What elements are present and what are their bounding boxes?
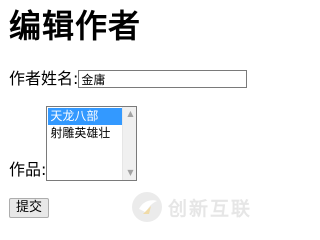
submit-button[interactable]: 提交 <box>9 198 49 218</box>
watermark: 创新互联 <box>130 190 252 224</box>
works-option[interactable]: 天龙八部 <box>48 108 123 125</box>
works-option[interactable]: 射雕英雄壮 <box>48 125 122 142</box>
works-row: 作品: 天龙八部 射雕英雄壮 ▲ ▼ <box>9 106 138 181</box>
watermark-logo-icon <box>132 192 162 222</box>
works-listbox[interactable]: 天龙八部 射雕英雄壮 ▲ ▼ <box>46 106 138 181</box>
scroll-down-arrow-icon[interactable]: ▼ <box>125 167 135 179</box>
author-name-label: 作者姓名: <box>9 69 79 88</box>
works-label: 作品: <box>9 160 47 179</box>
listbox-scrollbar[interactable]: ▲ ▼ <box>122 107 137 180</box>
author-name-row: 作者姓名: <box>9 69 248 89</box>
author-name-input[interactable] <box>78 70 248 88</box>
scroll-up-arrow-icon[interactable]: ▲ <box>125 108 135 120</box>
watermark-text: 创新互联 <box>168 197 253 220</box>
page-title: 编辑作者 <box>9 7 142 45</box>
